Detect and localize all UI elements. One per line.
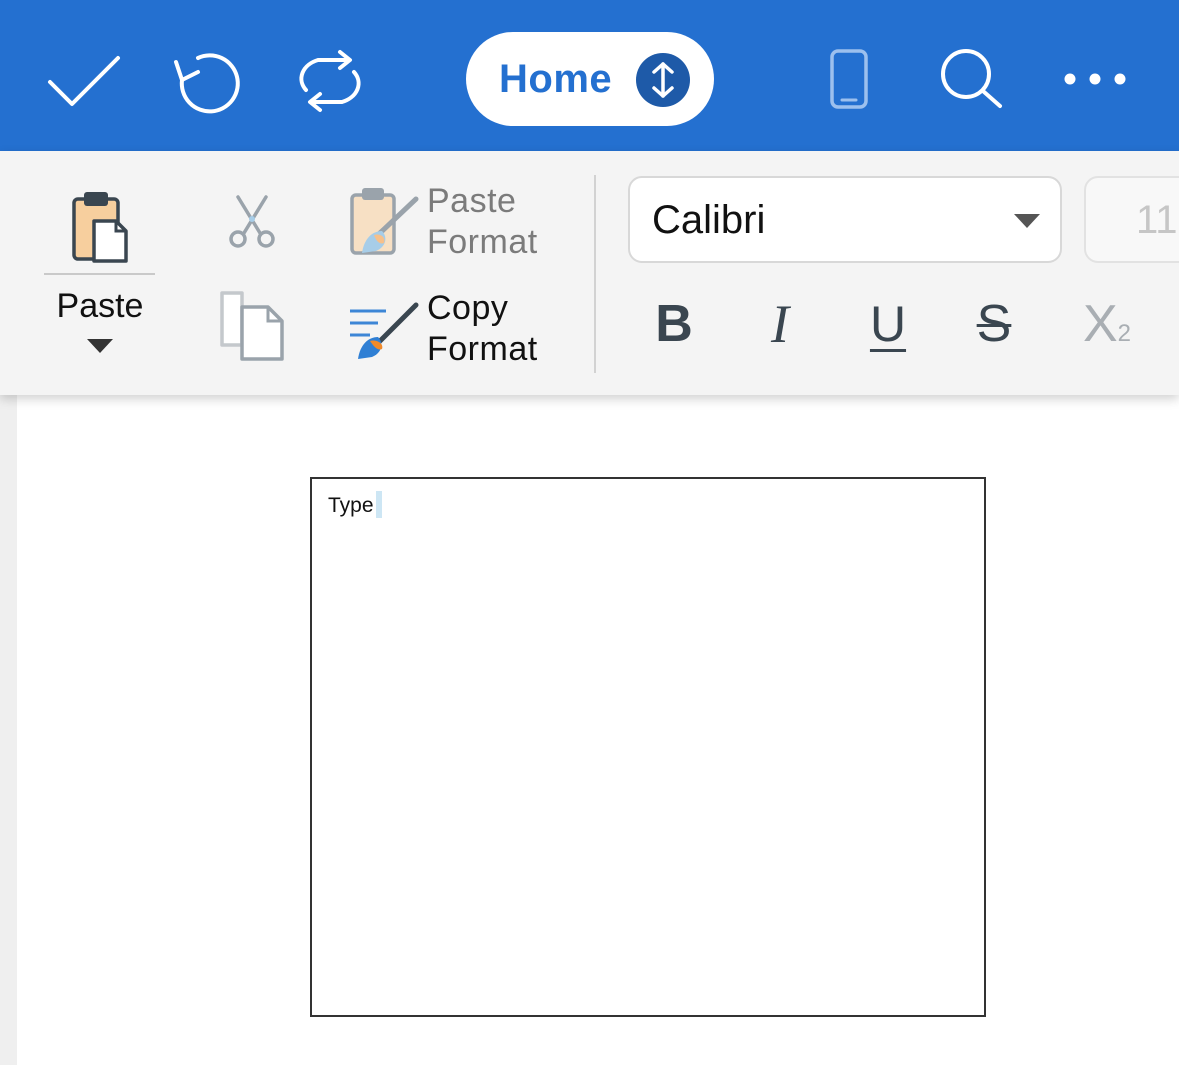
strikethrough-button[interactable]: S	[964, 289, 1024, 359]
search-icon[interactable]	[938, 46, 1006, 112]
up-down-arrow-icon	[636, 53, 690, 107]
subscript-button[interactable]: X2	[1072, 289, 1142, 359]
checkmark-icon[interactable]	[46, 50, 122, 110]
paste-format-label-1: Paste	[427, 182, 517, 220]
scissors-icon	[229, 195, 275, 248]
ribbon-divider	[594, 175, 596, 373]
divider	[44, 273, 155, 275]
paste-format-label-2: Format	[427, 223, 538, 261]
subscript-letter: X	[1082, 295, 1118, 353]
undo-icon[interactable]	[168, 46, 246, 114]
italic-icon: I	[771, 294, 789, 354]
font-name-value: Calibri	[652, 198, 766, 242]
tab-switcher-button[interactable]: Home	[466, 32, 714, 126]
paste-format-button[interactable]: Paste Format	[346, 182, 548, 267]
italic-button[interactable]: I	[750, 289, 810, 359]
copy-format-label-1: Copy	[427, 289, 509, 327]
subscript-digit: 2	[1117, 320, 1132, 347]
paste-label: Paste	[56, 287, 144, 325]
bold-icon: B	[655, 295, 693, 353]
paste-button[interactable]	[44, 181, 156, 361]
underline-button[interactable]: U	[858, 289, 918, 359]
cut-button[interactable]	[222, 189, 282, 253]
font-name-dropdown[interactable]: Calibri	[628, 176, 1062, 263]
format-painter-icon	[350, 302, 419, 359]
home-ribbon: Paste Paste Format Copy Format Calibri 1…	[0, 151, 1179, 395]
text-box[interactable]: Type	[310, 477, 986, 1017]
phone-icon[interactable]	[828, 48, 870, 110]
copy-icon	[220, 291, 284, 361]
font-size-value: 11	[1136, 198, 1178, 242]
font-size-dropdown[interactable]: 11	[1084, 176, 1179, 263]
copy-format-button[interactable]: Copy Format	[346, 289, 548, 373]
page-margin-strip	[0, 395, 17, 1065]
text-box-text: Type	[328, 494, 374, 517]
bold-button[interactable]: B	[644, 289, 704, 359]
chevron-down-icon	[1014, 214, 1040, 228]
text-cursor	[375, 491, 382, 518]
top-toolbar: Home	[0, 0, 1179, 151]
more-icon[interactable]	[1060, 68, 1130, 90]
copy-button[interactable]	[216, 289, 288, 363]
strikethrough-icon: S	[976, 295, 1012, 353]
current-tab-label: Home	[499, 56, 613, 101]
text-box-content[interactable]: Type	[328, 491, 382, 518]
subscript-icon: X2	[1083, 294, 1131, 354]
underline-icon: U	[869, 296, 907, 352]
paste-dropdown-icon[interactable]	[87, 339, 113, 353]
redo-icon[interactable]	[290, 46, 370, 116]
copy-format-label-2: Format	[427, 330, 538, 368]
paste-format-icon	[350, 188, 419, 255]
clipboard-paste-icon	[70, 189, 132, 270]
